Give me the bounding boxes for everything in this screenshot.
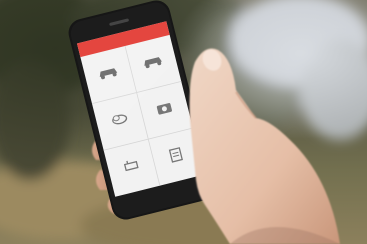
photo-frame (0, 0, 367, 244)
photo (0, 0, 367, 244)
